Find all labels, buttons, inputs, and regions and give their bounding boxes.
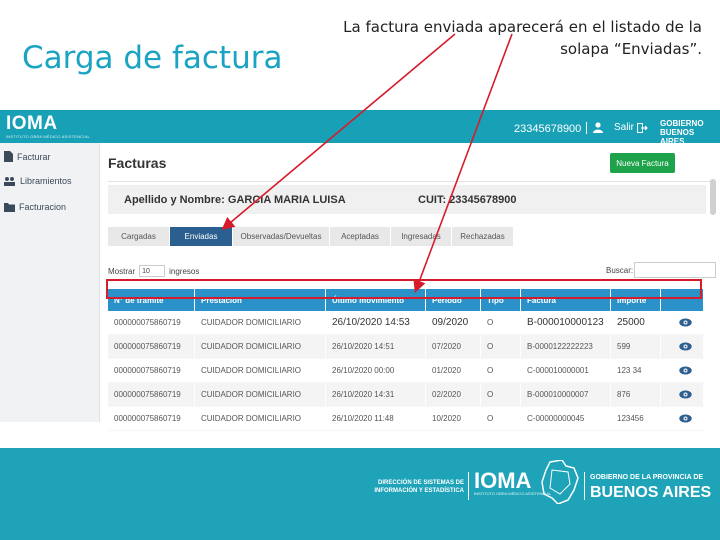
footer-gobierno: GOBIERNO DE LA PROVINCIA DE <box>590 474 704 481</box>
footer-dir-line2: INFORMACIÓN Y ESTADÍSTICA <box>374 488 464 494</box>
footer-dir-line1: DIRECCIÓN DE SISTEMAS DE <box>377 480 464 486</box>
footer-separator <box>468 472 469 500</box>
footer: DIRECCIÓN DE SISTEMAS DE INFORMACIÓN Y E… <box>0 448 720 540</box>
arrow-to-tab <box>221 33 456 231</box>
footer-separator <box>584 472 585 500</box>
footer-buenos-aires: BUENOS AIRES <box>590 484 712 501</box>
province-map-icon <box>541 460 579 504</box>
footer-direccion: DIRECCIÓN DE SISTEMAS DE INFORMACIÓN Y E… <box>330 479 464 495</box>
arrow-to-row <box>413 33 513 293</box>
